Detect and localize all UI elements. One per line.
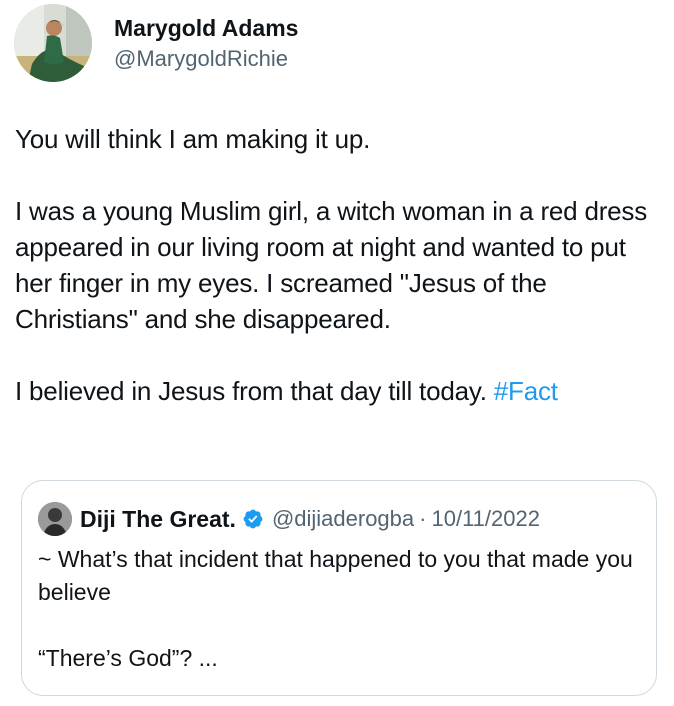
tweet-paragraph-3: I believed in Jesus from that day till t… — [15, 373, 665, 409]
tweet-paragraph-3-text: I believed in Jesus from that day till t… — [15, 376, 494, 406]
quoted-tweet-line-2: “There’s God”? ... — [38, 645, 218, 671]
hashtag-link[interactable]: #Fact — [494, 376, 558, 406]
quoted-tweet[interactable]: Diji The Great. @dijiaderogba · 10/11/20… — [21, 480, 657, 696]
tweet-paragraph-2: I was a young Muslim girl, a witch woman… — [15, 196, 648, 334]
quoted-author-handle[interactable]: @dijiaderogba — [272, 506, 414, 532]
avatar-photo-icon — [14, 4, 92, 82]
quoted-avatar-photo-icon — [38, 502, 72, 536]
author-names: Marygold Adams @MarygoldRichie — [114, 14, 298, 73]
author-avatar[interactable] — [14, 4, 92, 82]
quoted-tweet-line-1: ~ What’s that incident that happened to … — [38, 546, 633, 605]
tweet-text: You will think I am making it up. I was … — [15, 121, 665, 409]
tweet-header: Marygold Adams @MarygoldRichie — [14, 4, 298, 82]
quoted-tweet-date[interactable]: 10/11/2022 — [431, 506, 539, 532]
author-display-name[interactable]: Marygold Adams — [114, 14, 298, 43]
quoted-tweet-text: ~ What’s that incident that happened to … — [38, 543, 638, 675]
quoted-author-avatar[interactable] — [38, 502, 72, 536]
tweet-card: Marygold Adams @MarygoldRichie You will … — [0, 0, 674, 706]
tweet-paragraph-1: You will think I am making it up. — [15, 124, 371, 154]
verified-badge-icon — [242, 508, 264, 530]
separator-dot: · — [419, 506, 427, 531]
quoted-author-display-name[interactable]: Diji The Great. — [80, 506, 236, 533]
author-handle[interactable]: @MarygoldRichie — [114, 45, 298, 73]
quoted-tweet-header: Diji The Great. @dijiaderogba · 10/11/20… — [38, 502, 540, 536]
